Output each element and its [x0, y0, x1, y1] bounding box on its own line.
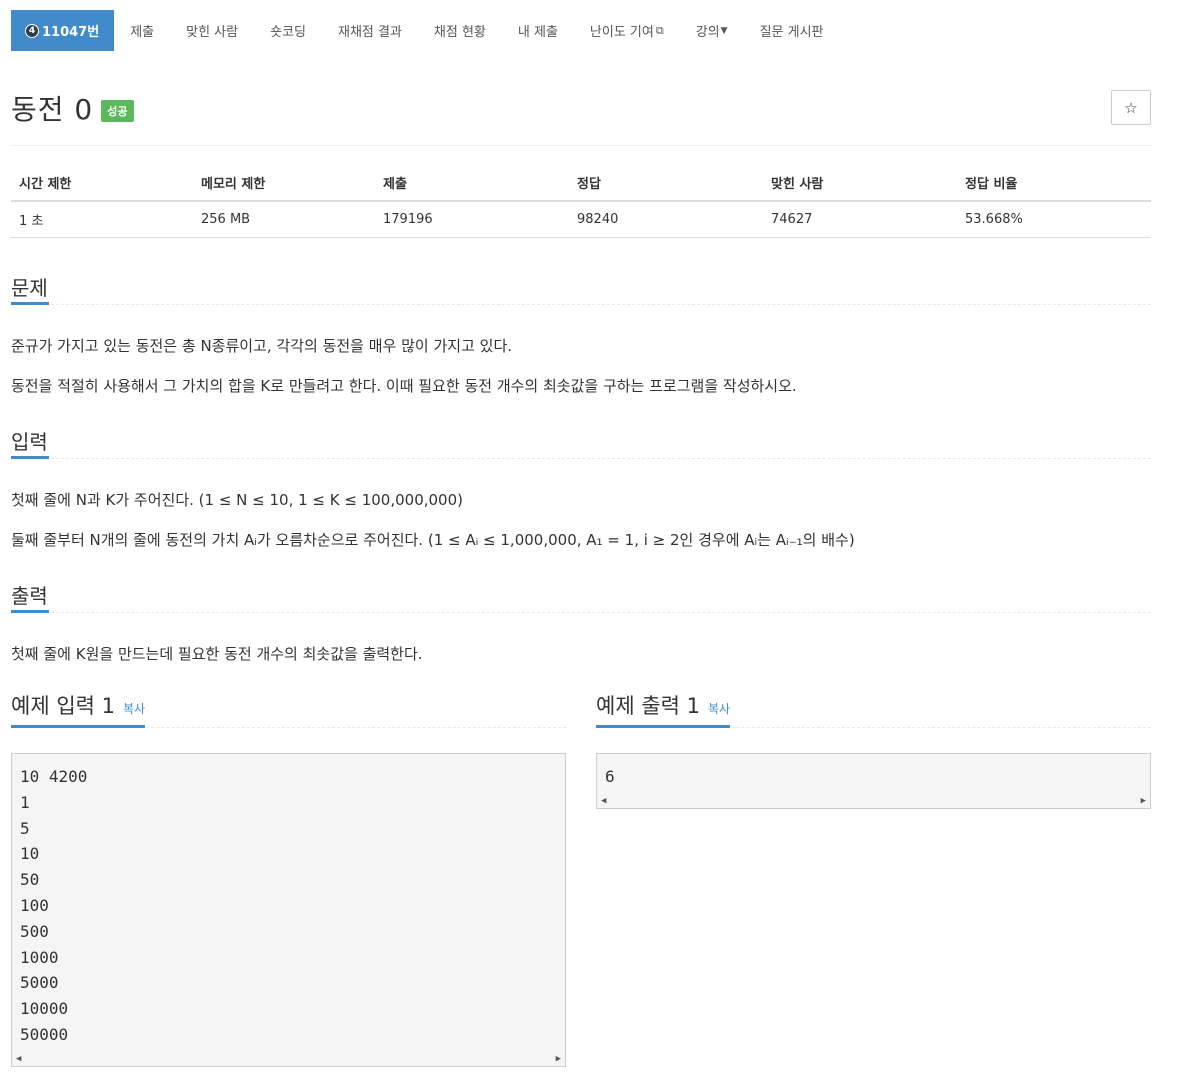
section-header: 예제 입력 1 복사 — [11, 690, 566, 728]
tab-rejudge[interactable]: 재채점 결과 — [322, 10, 418, 51]
sample-output-title: 예제 출력 1 — [596, 694, 700, 718]
code-line: 500 — [20, 921, 49, 941]
sample-output-code: 6 ◀ ▶ — [596, 753, 1151, 809]
header-solvers: 맞힌 사람 — [763, 165, 957, 202]
divider — [11, 145, 1151, 146]
horizontal-scrollbar[interactable]: ◀ ▶ — [597, 794, 1150, 808]
tab-status[interactable]: 채점 현황 — [418, 10, 502, 51]
tab-label: 제출 — [130, 25, 155, 40]
description-paragraph-1: 준규가 가지고 있는 동전은 총 N종류이고, 각각의 동전을 매우 많이 가지… — [11, 337, 513, 355]
status-badge: 성공 — [101, 100, 134, 122]
code-line: 50000 — [20, 1024, 69, 1044]
code-line: 100 — [20, 895, 49, 915]
tab-lectures[interactable]: 강의 ▼ — [680, 10, 744, 51]
problem-info-table: 시간 제한 메모리 제한 제출 정답 맞힌 사람 정답 비율 1 초 256 M… — [11, 165, 1151, 238]
sample-output-heading: 예제 출력 1 복사 — [596, 690, 731, 728]
title-row: 동전 0 성공 — [11, 88, 134, 128]
problem-title: 동전 0 — [11, 93, 94, 126]
caret-down-icon: ▼ — [720, 25, 728, 36]
tab-label: 내 제출 — [517, 25, 558, 40]
problem-menu: 4 11047번 제출 맞힌 사람 숏코딩 재채점 결과 채점 현황 내 제출 … — [11, 10, 840, 51]
sample-input-heading: 예제 입력 1 복사 — [11, 690, 146, 728]
section-header: 입력 — [11, 426, 1151, 459]
code-line: 1000 — [20, 947, 59, 967]
problem-number: 11047번 — [42, 25, 100, 40]
description-heading: 문제 — [11, 272, 49, 305]
memory-limit-value: 256 MB — [193, 201, 375, 238]
tab-label: 난이도 기여 — [589, 25, 654, 40]
ratio-value: 53.668% — [957, 201, 1151, 238]
tab-label: 숏코딩 — [270, 25, 306, 40]
code-line: 10 4200 — [20, 767, 88, 786]
tab-label: 맞힌 사람 — [186, 25, 239, 40]
submissions-value: 179196 — [375, 201, 569, 238]
input-heading: 입력 — [11, 426, 49, 459]
scroll-right-icon[interactable]: ▶ — [556, 1054, 561, 1064]
code-line: 10000 — [20, 999, 69, 1019]
external-link-icon: ⧉ — [655, 23, 664, 37]
header-accepted: 정답 — [569, 165, 763, 202]
tab-questions[interactable]: 질문 게시판 — [744, 10, 840, 51]
header-submissions: 제출 — [375, 165, 569, 202]
table-header-row: 시간 제한 메모리 제한 제출 정답 맞힌 사람 정답 비율 — [11, 165, 1151, 202]
code-line: 1 — [20, 792, 30, 812]
header-ratio: 정답 비율 — [957, 165, 1151, 202]
horizontal-scrollbar[interactable]: ◀ ▶ — [12, 1052, 565, 1066]
code-line: 6 — [605, 767, 615, 786]
header-time-limit: 시간 제한 — [11, 165, 193, 202]
tab-solvers[interactable]: 맞힌 사람 — [170, 10, 254, 51]
input-paragraph-1: 첫째 줄에 N과 K가 주어진다. (1 ≤ N ≤ 10, 1 ≤ K ≤ 1… — [11, 491, 463, 509]
code-line: 10 — [20, 844, 40, 864]
favorite-button[interactable]: ☆ — [1111, 90, 1151, 125]
tab-label: 재채점 결과 — [337, 25, 402, 40]
output-heading: 출력 — [11, 580, 49, 613]
sample-output-section: 예제 출력 1 복사 6 ◀ ▶ — [596, 690, 1151, 809]
code-line: 5000 — [20, 973, 59, 993]
code-lines: 10 4200 1 5 10 50 100 500 1000 5000 10000 50000 — [12, 754, 565, 1052]
star-icon: ☆ — [1124, 98, 1138, 117]
input-section: 입력 첫째 줄에 N과 K가 주어진다. (1 ≤ N ≤ 10, 1 ≤ K … — [11, 426, 1151, 549]
tier-badge-icon: 4 — [25, 23, 39, 38]
code-lines: 6 — [597, 754, 1150, 794]
sample-input-title: 예제 입력 1 — [11, 694, 115, 718]
tab-submit[interactable]: 제출 — [114, 10, 170, 51]
tab-difficulty[interactable]: 난이도 기여 ⧉ — [574, 10, 680, 51]
scroll-left-icon[interactable]: ◀ — [16, 1054, 21, 1064]
code-line: 50 — [20, 870, 40, 890]
tab-label: 강의 — [695, 25, 720, 40]
tab-my-submissions[interactable]: 내 제출 — [502, 10, 574, 51]
scroll-left-icon[interactable]: ◀ — [601, 796, 606, 806]
description-paragraph-2: 동전을 적절히 사용해서 그 가치의 합을 K로 만들려고 한다. 이때 필요한… — [11, 377, 797, 395]
code-line: 5 — [20, 818, 30, 838]
input-paragraph-2: 둘째 줄부터 N개의 줄에 동전의 가치 Aᵢ가 오름차순으로 주어진다. (1… — [11, 531, 855, 549]
solvers-value: 74627 — [763, 201, 957, 238]
scroll-right-icon[interactable]: ▶ — [1141, 796, 1146, 806]
copy-button[interactable]: 복사 — [123, 700, 145, 717]
sample-input-code: 10 4200 1 5 10 50 100 500 1000 5000 10000 50000 ◀ … — [11, 753, 566, 1067]
section-header: 출력 — [11, 580, 1151, 613]
table-row: 1 초 256 MB 179196 98240 74627 53.668% — [11, 201, 1151, 238]
section-header: 예제 출력 1 복사 — [596, 690, 1151, 728]
sample-input-section: 예제 입력 1 복사 10 4200 1 5 10 50 100 500 1000 5000 10… — [11, 690, 566, 1067]
tab-short-coding[interactable]: 숏코딩 — [254, 10, 322, 51]
output-section: 출력 첫째 줄에 K원을 만드는데 필요한 동전 개수의 최솟값을 출력한다. — [11, 580, 1151, 663]
tab-label: 채점 현황 — [433, 25, 486, 40]
copy-button[interactable]: 복사 — [708, 700, 730, 717]
tab-label: 질문 게시판 — [759, 25, 824, 40]
section-header: 문제 — [11, 272, 1151, 305]
accepted-value: 98240 — [569, 201, 763, 238]
header-memory-limit: 메모리 제한 — [193, 165, 375, 202]
time-limit-value: 1 초 — [11, 201, 193, 238]
output-paragraph-1: 첫째 줄에 K원을 만드는데 필요한 동전 개수의 최솟값을 출력한다. — [11, 645, 423, 663]
tab-problem[interactable]: 4 11047번 — [11, 10, 115, 51]
description-section: 문제 준규가 가지고 있는 동전은 총 N종류이고, 각각의 동전을 매우 많이… — [11, 272, 1151, 395]
